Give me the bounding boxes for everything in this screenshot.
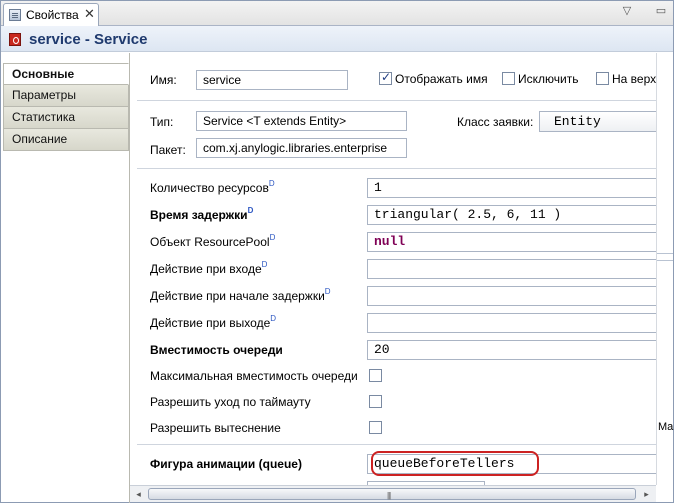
properties-content: Имя: service Отображать имя Исключить На… [130, 53, 656, 485]
properties-icon [9, 9, 21, 21]
right-strip-label: Mai [658, 421, 674, 433]
preemption-checkbox[interactable] [369, 421, 382, 434]
dynamic-marker: D [261, 260, 268, 269]
timeout-exit-label: Разрешить уход по таймауту [150, 395, 311, 409]
package-label: Пакет: [150, 143, 186, 157]
object-title: service - Service [29, 31, 148, 48]
minimize-icon[interactable]: ▭ [654, 4, 668, 18]
dynamic-marker: D [270, 314, 277, 323]
horizontal-scrollbar[interactable]: ◂ ||| ▸ [130, 485, 656, 502]
on-enter-field[interactable] [367, 259, 656, 279]
on-top-checkbox[interactable] [596, 72, 609, 85]
tab-statistics[interactable]: Статистика [3, 107, 129, 129]
show-name-checkbox[interactable] [379, 70, 392, 85]
delay-time-field[interactable]: triangular( 2.5, 6, 11 ) [367, 205, 656, 225]
highlight-annotation [371, 451, 539, 476]
dynamic-marker: D [247, 206, 254, 215]
max-queue-capacity-label: Максимальная вместимость очереди [150, 369, 358, 383]
object-header: service - Service [1, 26, 673, 52]
dynamic-marker: D [324, 287, 331, 296]
max-queue-capacity-checkbox[interactable] [369, 369, 382, 382]
package-field[interactable]: com.xj.anylogic.libraries.enterprise [196, 138, 407, 158]
on-top-label: На верх [612, 72, 656, 86]
view-menu-icon[interactable]: ▽ [620, 4, 634, 18]
type-label: Тип: [150, 115, 174, 129]
request-class-dropdown[interactable]: Entity [539, 111, 656, 132]
resource-pool-field[interactable]: null [367, 232, 656, 252]
tab-description[interactable]: Описание [3, 129, 129, 151]
request-class-label: Класс заявки: [457, 115, 534, 129]
resource-pool-label: Объект ResourcePoolD [150, 233, 276, 249]
exclude-checkbox[interactable] [502, 72, 515, 85]
close-icon[interactable]: ✕ [84, 6, 95, 22]
separator [137, 444, 656, 445]
service-object-icon [9, 33, 21, 46]
resource-count-label: Количество ресурсовD [150, 179, 275, 195]
dynamic-marker: D [268, 179, 275, 188]
tab-properties-label: Свойства [26, 8, 79, 22]
on-delay-start-field[interactable] [367, 286, 656, 306]
show-name-label: Отображать имя [395, 72, 488, 86]
separator [137, 168, 656, 169]
on-delay-start-label: Действие при начале задержкиD [150, 287, 331, 303]
queue-capacity-label: Вместимость очереди [150, 343, 283, 357]
dynamic-marker: D [269, 233, 276, 242]
scroll-right-icon[interactable]: ▸ [639, 487, 654, 501]
type-field[interactable]: Service <T extends Entity> [196, 111, 407, 131]
exclude-label: Исключить [518, 72, 579, 86]
category-tabs: Основные Параметры Статистика Описание [3, 63, 129, 151]
name-label: Имя: [150, 73, 177, 87]
tab-properties[interactable]: Свойства ✕ [3, 3, 99, 26]
on-enter-label: Действие при входеD [150, 260, 268, 276]
scroll-left-icon[interactable]: ◂ [131, 487, 146, 501]
on-exit-label: Действие при выходеD [150, 314, 277, 330]
tab-main[interactable]: Основные [3, 63, 129, 85]
delay-time-label: Время задержкиD [150, 206, 254, 222]
properties-view: Свойства ✕ ▽ ▭ service - Service Основны… [0, 0, 674, 503]
right-editor-strip: Mai [656, 53, 674, 485]
view-tab-bar: Свойства ✕ ▽ ▭ [1, 1, 673, 26]
preemption-label: Разрешить вытеснение [150, 421, 281, 435]
animation-shape-label: Фигура анимации (queue) [150, 457, 302, 471]
name-field[interactable]: service [196, 70, 348, 90]
separator [137, 100, 656, 101]
queue-capacity-field[interactable]: 20 [367, 340, 656, 360]
resource-count-field[interactable]: 1 [367, 178, 656, 198]
timeout-exit-checkbox[interactable] [369, 395, 382, 408]
on-exit-field[interactable] [367, 313, 656, 333]
null-keyword: null [374, 234, 406, 249]
scrollbar-thumb[interactable]: ||| [148, 488, 636, 500]
tab-parameters[interactable]: Параметры [3, 85, 129, 107]
grip-icon: ||| [387, 491, 391, 500]
